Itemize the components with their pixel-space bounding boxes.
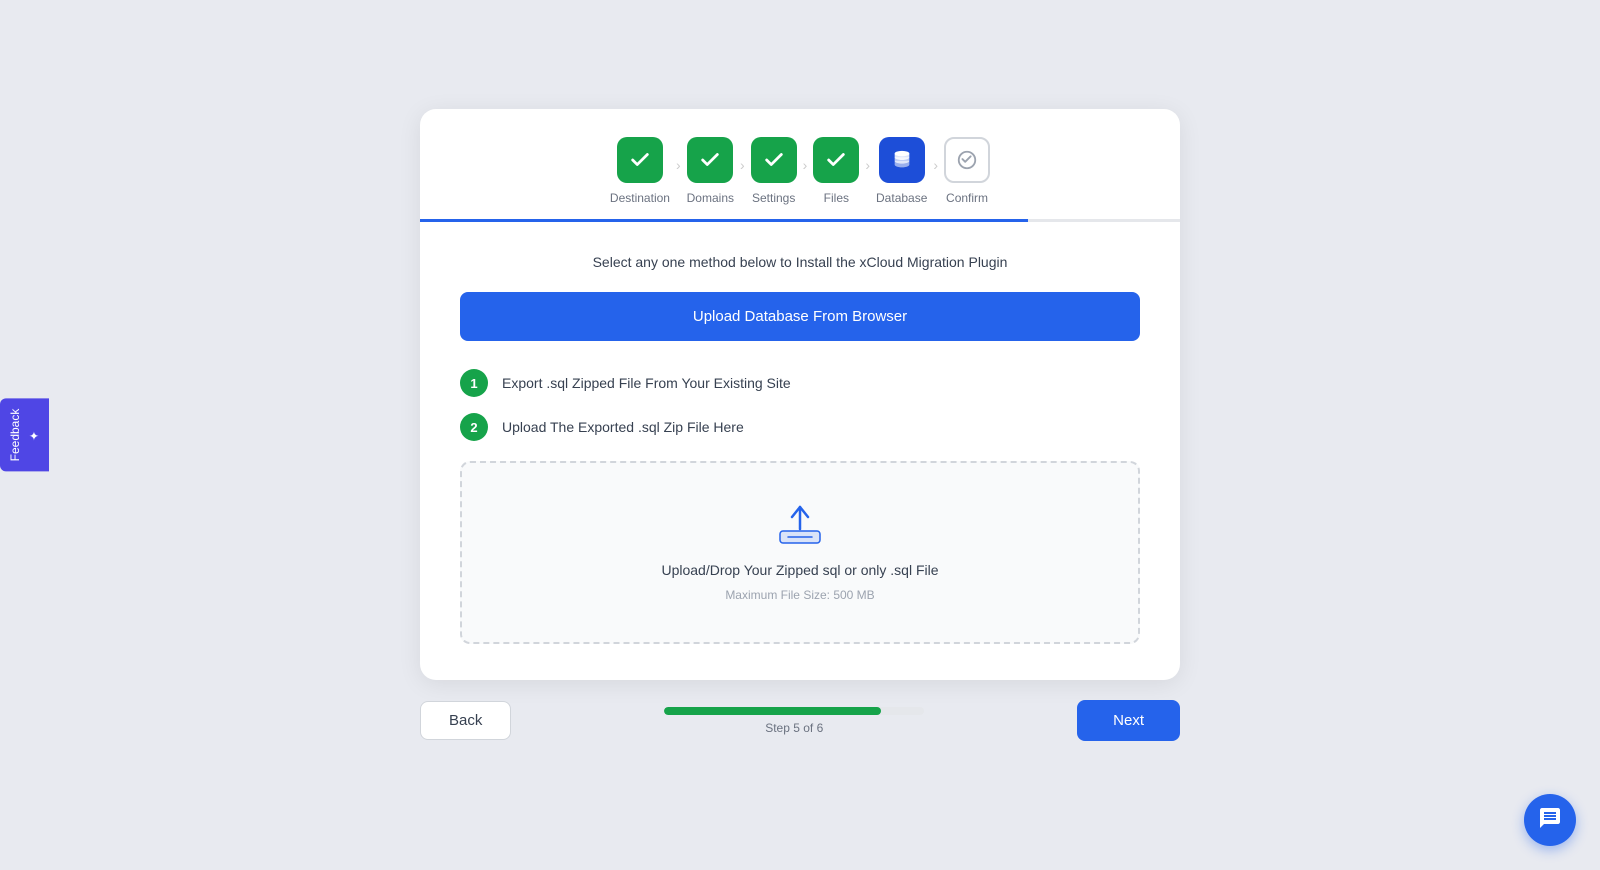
step-confirm: Confirm — [944, 137, 990, 205]
content-area: Select any one method below to Install t… — [420, 222, 1180, 680]
step-icon-settings — [751, 137, 797, 183]
step-number-2: 2 — [460, 413, 488, 441]
connector-5: › — [927, 157, 944, 173]
step-icon-confirm — [944, 137, 990, 183]
step-settings: Settings — [751, 137, 797, 205]
dropzone-main-text: Upload/Drop Your Zipped sql or only .sql… — [661, 562, 938, 578]
drop-zone[interactable]: Upload/Drop Your Zipped sql or only .sql… — [460, 461, 1140, 644]
connector-3: › — [797, 157, 814, 173]
step-destination: Destination — [610, 137, 670, 205]
step-row-2: 2 Upload The Exported .sql Zip File Here — [460, 413, 1140, 441]
step-label-database: Database — [876, 191, 927, 205]
step-icon-database — [879, 137, 925, 183]
connector-2: › — [734, 157, 751, 173]
progress-bar-container — [664, 707, 924, 715]
main-card: Destination › Domains › — [420, 109, 1180, 680]
stepper-progress-fill — [420, 219, 1028, 222]
step-files: Files — [813, 137, 859, 205]
steps-list: 1 Export .sql Zipped File From Your Exis… — [460, 369, 1140, 441]
step-label-confirm: Confirm — [946, 191, 988, 205]
step-row-1: 1 Export .sql Zipped File From Your Exis… — [460, 369, 1140, 397]
step-label-domains: Domains — [687, 191, 734, 205]
step-label-files: Files — [824, 191, 849, 205]
step-database: Database — [876, 137, 927, 205]
connector-1: › — [670, 157, 687, 173]
stepper: Destination › Domains › — [420, 109, 1180, 205]
step-text-1: Export .sql Zipped File From Your Existi… — [502, 375, 791, 391]
next-button[interactable]: Next — [1077, 700, 1180, 741]
feedback-label: Feedback — [8, 409, 22, 462]
chat-icon — [1538, 806, 1562, 835]
progress-step-text: Step 5 of 6 — [765, 721, 823, 735]
step-label-destination: Destination — [610, 191, 670, 205]
step-icon-destination — [617, 137, 663, 183]
instruction-text: Select any one method below to Install t… — [460, 254, 1140, 270]
chat-button[interactable] — [1524, 794, 1576, 846]
upload-icon — [774, 503, 826, 552]
step-text-2: Upload The Exported .sql Zip File Here — [502, 419, 744, 435]
step-icon-domains — [687, 137, 733, 183]
connector-4: › — [859, 157, 876, 173]
progress-section: Step 5 of 6 — [664, 707, 924, 735]
step-icon-files — [813, 137, 859, 183]
upload-browser-button[interactable]: Upload Database From Browser — [460, 292, 1140, 341]
stepper-progress-container — [420, 219, 1180, 222]
step-number-1: 1 — [460, 369, 488, 397]
back-button[interactable]: Back — [420, 701, 511, 740]
dropzone-sub-text: Maximum File Size: 500 MB — [725, 588, 874, 602]
feedback-tab[interactable]: ✦ Feedback — [0, 399, 49, 472]
step-domains: Domains — [687, 137, 734, 205]
bottom-navigation: Back Step 5 of 6 Next — [420, 680, 1180, 761]
star-icon: ✦ — [27, 428, 41, 442]
progress-bar-fill — [664, 707, 881, 715]
step-label-settings: Settings — [752, 191, 795, 205]
